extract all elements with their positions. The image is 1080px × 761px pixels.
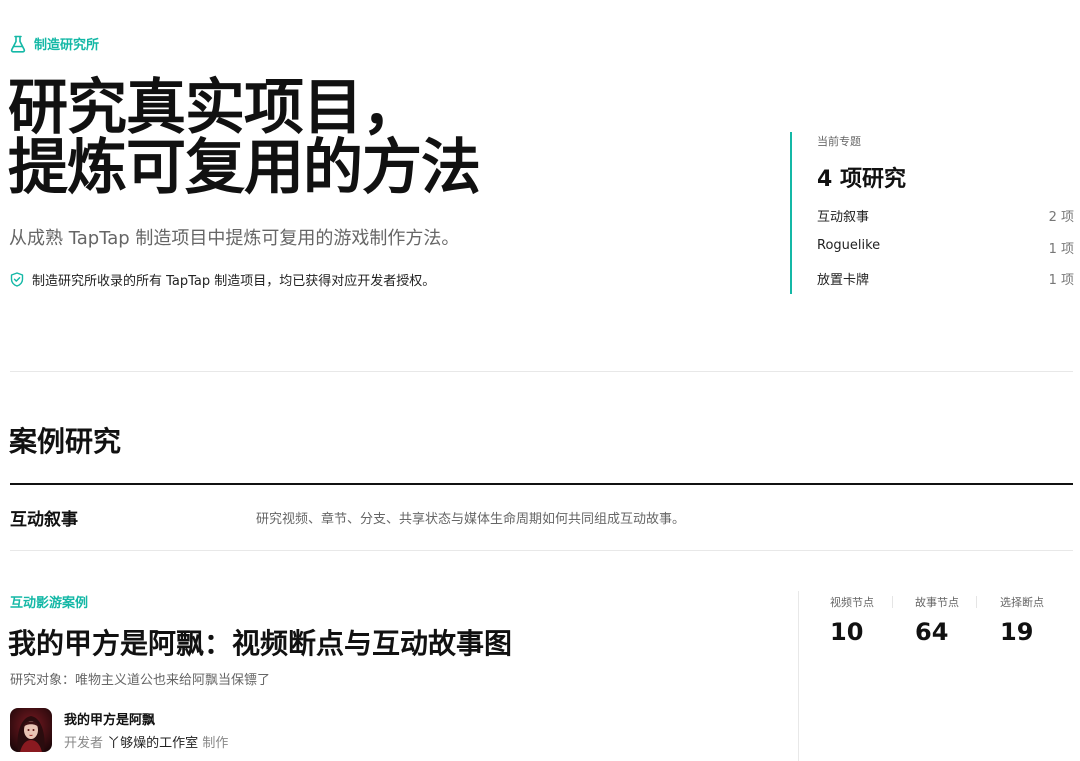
stat-value: 10: [830, 618, 864, 646]
hero-title-line-2: 提炼可复用的方法: [8, 133, 481, 203]
topic-item-roguelike[interactable]: Roguelike 1 项: [817, 238, 1074, 270]
game-avatar: [10, 708, 52, 752]
game-name: 我的甲方是阿飘: [64, 713, 156, 728]
section-title: 案例研究: [9, 425, 122, 458]
game-info[interactable]: 我的甲方是阿飘 开发者 丫够燥的工作室 制作: [10, 708, 228, 752]
stat-story-nodes: 故事节点 64: [915, 594, 959, 646]
flask-icon: [10, 35, 26, 53]
hero-title: 研究真实项目， 提炼可复用的方法: [8, 78, 728, 198]
brand-label: 制造研究所: [34, 38, 100, 53]
hero-subtitle: 从成熟 TapTap 制造项目中提炼可复用的游戏制作方法。: [9, 228, 460, 249]
topic-item-label: 互动叙事: [817, 210, 870, 225]
category-description: 研究视频、章节、分支、共享状态与媒体生命周期如何共同组成互动故事。: [256, 512, 686, 527]
developer-prefix: 开发者: [64, 736, 104, 751]
topic-item-count: 2 项: [1048, 210, 1074, 225]
hero-title-line-1: 研究真实项目，: [8, 73, 422, 143]
topic-item-count: 1 项: [1048, 273, 1074, 288]
topic-item-count: 1 项: [1048, 241, 1074, 257]
shield-check-icon: [10, 272, 24, 287]
stat-label: 故事节点: [915, 596, 959, 609]
topic-kicker: 当前专题: [817, 135, 861, 148]
developer-name: 丫够燥的工作室: [107, 736, 199, 751]
stat-label: 选择断点: [1000, 596, 1044, 609]
section-rule: [10, 483, 1073, 485]
stat-value: 19: [1000, 618, 1034, 646]
stat-choice-breakpoints: 选择断点 19: [1000, 594, 1044, 646]
topic-item-interactive-narrative[interactable]: 互动叙事 2 项: [817, 206, 1074, 238]
case-title-link[interactable]: 我的甲方是阿飘：视频断点与互动故事图: [8, 622, 512, 662]
category-divider: [10, 550, 1073, 551]
category-name: 互动叙事: [10, 510, 78, 530]
section-divider: [10, 371, 1073, 372]
category-row-interactive-narrative[interactable]: 互动叙事 研究视频、章节、分支、共享状态与媒体生命周期如何共同组成互动故事。: [10, 505, 1073, 530]
brand[interactable]: 制造研究所: [10, 34, 99, 53]
notice-text: 制造研究所收录的所有 TapTap 制造项目，均已获得对应开发者授权。: [32, 274, 436, 289]
stat-value: 64: [915, 618, 949, 646]
stats-divider: [798, 591, 799, 761]
topic-item-label: 放置卡牌: [817, 273, 870, 288]
developer-role: 制作: [202, 736, 229, 751]
stat-separator: [892, 596, 893, 608]
topic-count: 4 项研究: [817, 167, 906, 192]
game-text: 我的甲方是阿飘 开发者 丫够燥的工作室 制作: [64, 709, 228, 751]
topic-item-idle-cards[interactable]: 放置卡牌 1 项: [817, 269, 1074, 301]
topic-list: 互动叙事 2 项 Roguelike 1 项 放置卡牌 1 项: [817, 206, 1074, 301]
topic-item-label: Roguelike: [817, 237, 881, 253]
stat-separator: [976, 596, 977, 608]
current-topics-panel: 当前专题 4 项研究 互动叙事 2 项 Roguelike 1 项 放置卡牌 1…: [790, 132, 1074, 294]
stat-label: 视频节点: [830, 596, 874, 609]
authorization-notice: 制造研究所收录的所有 TapTap 制造项目，均已获得对应开发者授权。: [10, 270, 435, 289]
case-subject: 研究对象：唯物主义道公也来给阿飘当保镖了: [10, 673, 271, 688]
game-meta: 开发者 丫够燥的工作室 制作: [64, 732, 228, 751]
stat-video-nodes: 视频节点 10: [830, 594, 874, 646]
case-tag: 互动影游案例: [10, 596, 89, 611]
